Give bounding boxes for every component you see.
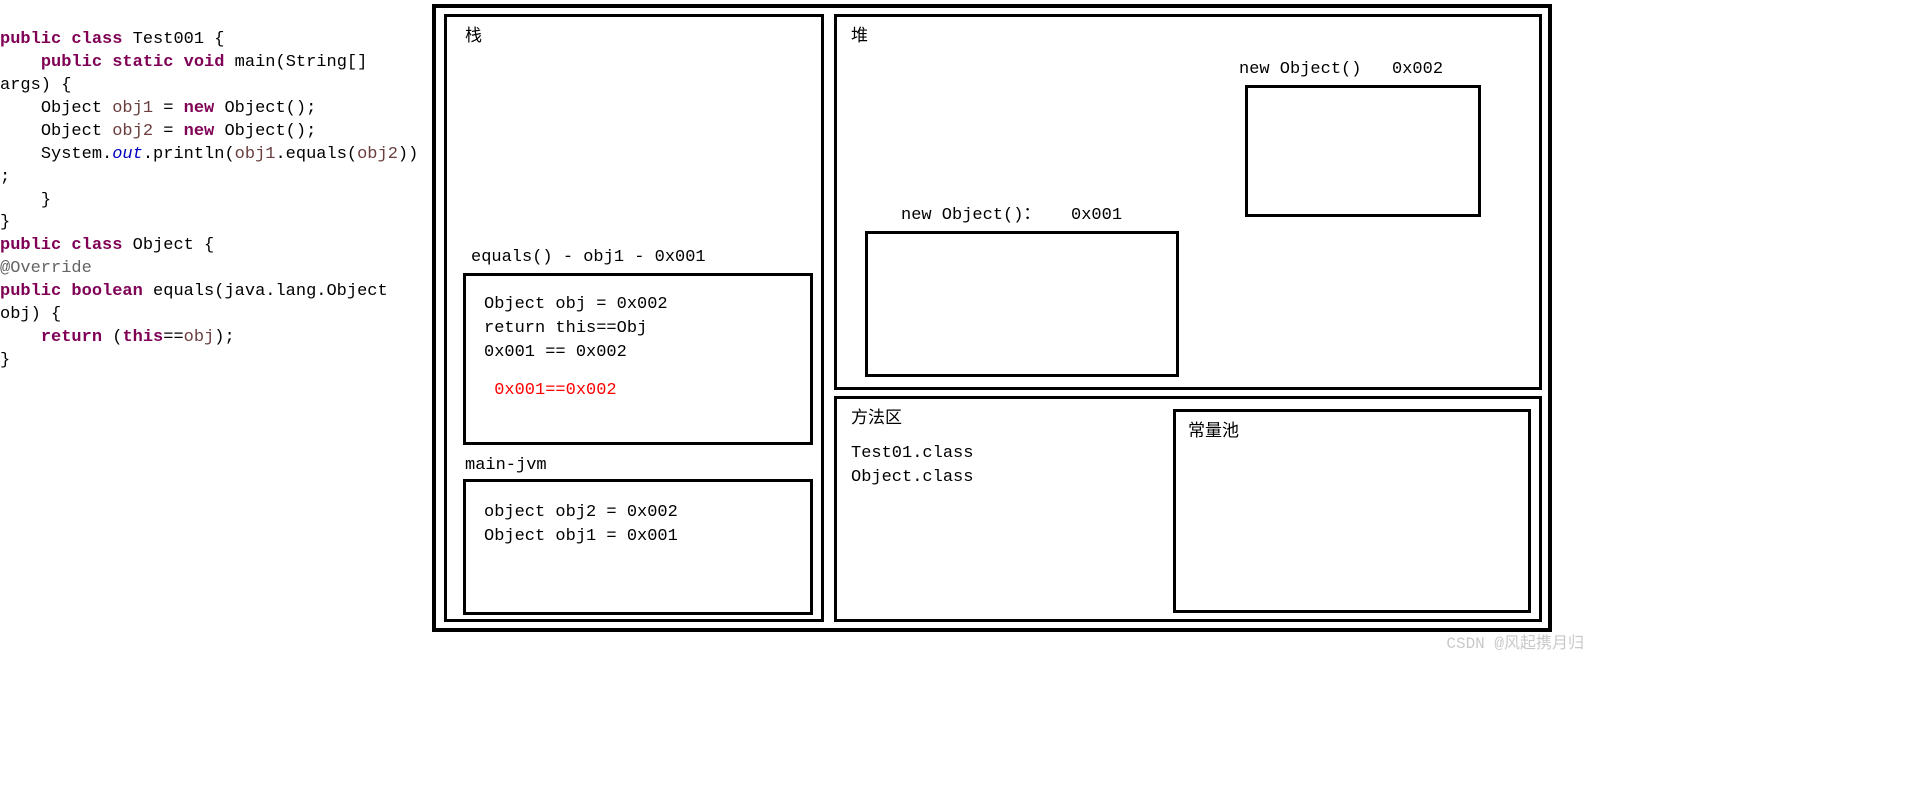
method-area-line: Object.class xyxy=(851,467,973,490)
equals-frame-header: equals() - obj1 - 0x001 xyxy=(471,247,706,270)
brace: } xyxy=(0,191,51,210)
stack-panel: 栈 equals() - obj1 - 0x001 Object obj = 0… xyxy=(444,14,824,622)
jvm-diagram: 栈 equals() - obj1 - 0x001 Object obj = 0… xyxy=(432,4,1552,632)
kw-this: this xyxy=(122,328,163,347)
type-string: String xyxy=(286,53,347,72)
brace: } xyxy=(0,213,10,232)
kw-static: static xyxy=(112,53,173,72)
method-main: main xyxy=(235,53,276,72)
semicolon: ; xyxy=(0,168,10,187)
kw-class: class xyxy=(71,236,122,255)
main-frame-header: main-jvm xyxy=(465,455,547,478)
heap-object-0x002 xyxy=(1245,85,1481,217)
brace: } xyxy=(0,351,10,370)
paren: ( xyxy=(102,328,122,347)
classname-object: Object { xyxy=(133,236,215,255)
kw-return: return xyxy=(41,328,102,347)
kw-public: public xyxy=(0,236,61,255)
var-obj1: obj1 xyxy=(112,99,153,118)
ctor: Object(); xyxy=(214,99,316,118)
method-equals: equals(java.lang.Object xyxy=(153,282,398,301)
constant-pool-panel: 常量池 xyxy=(1173,409,1531,613)
equals-stack-frame: Object obj = 0x002 return this==Obj 0x00… xyxy=(463,273,813,445)
heap-obj1-label: new Object()： 0x001 xyxy=(901,205,1122,228)
var-obj2: obj2 xyxy=(357,145,398,164)
main-line: Object obj1 = 0x001 xyxy=(484,526,678,549)
method-area-title: 方法区 xyxy=(851,409,902,432)
type-object: Object xyxy=(41,122,102,141)
equals-line: return this==Obj xyxy=(484,318,647,341)
kw-class: class xyxy=(71,30,122,49)
ctor: Object(); xyxy=(214,122,316,141)
constant-pool-title: 常量池 xyxy=(1188,422,1239,445)
op-eq: == xyxy=(163,328,183,347)
kw-new: new xyxy=(184,122,215,141)
root: public class Test001 { public static voi… xyxy=(0,0,1914,806)
kw-void: void xyxy=(184,53,225,72)
kw-boolean: boolean xyxy=(71,282,142,301)
var-obj2: obj2 xyxy=(112,122,153,141)
code-text: .equals( xyxy=(275,145,357,164)
method-area-panel: 方法区 Test01.class Object.class 常量池 xyxy=(834,396,1542,622)
kw-public: public xyxy=(0,282,61,301)
equals-line: 0x001 == 0x002 xyxy=(484,342,627,365)
brace: { xyxy=(204,30,224,49)
param-obj: obj) { xyxy=(0,305,61,324)
kw-new: new xyxy=(184,99,215,118)
method-area-line: Test01.class xyxy=(851,443,973,466)
classname-test001: Test001 xyxy=(133,30,204,49)
code-text: System. xyxy=(41,145,112,164)
equals-line: Object obj = 0x002 xyxy=(484,294,668,317)
stack-title: 栈 xyxy=(465,27,482,50)
kw-public: public xyxy=(0,30,61,49)
eq: = xyxy=(153,122,184,141)
watermark: CSDN @风起携月归 xyxy=(1446,634,1584,656)
equals-result-line: 0x001==0x002 xyxy=(484,380,617,403)
code-text: .println( xyxy=(143,145,235,164)
main-stack-frame: object obj2 = 0x002 Object obj1 = 0x001 xyxy=(463,479,813,615)
code-text: )) xyxy=(398,145,418,164)
param-args: args) { xyxy=(0,76,71,95)
var-obj: obj xyxy=(184,328,215,347)
annotation-override: @Override xyxy=(0,259,92,278)
heap-panel: 堆 new Object() 0x002 new Object()： 0x001 xyxy=(834,14,1542,390)
kw-public: public xyxy=(41,53,102,72)
eq: = xyxy=(153,99,184,118)
heap-obj2-label: new Object() 0x002 xyxy=(1239,59,1443,82)
heap-object-0x001 xyxy=(865,231,1179,377)
type-object: Object xyxy=(41,99,102,118)
heap-title: 堆 xyxy=(851,27,868,50)
code-panel: public class Test001 { public static voi… xyxy=(0,6,422,396)
field-out: out xyxy=(112,145,143,164)
paren: ); xyxy=(214,328,234,347)
main-line: object obj2 = 0x002 xyxy=(484,502,678,525)
var-obj1: obj1 xyxy=(235,145,276,164)
